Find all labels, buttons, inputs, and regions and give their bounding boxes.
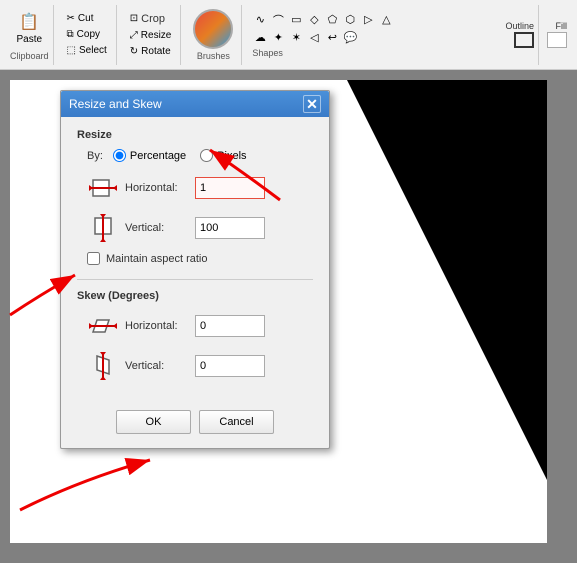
- skew-vertical-label: Vertical:: [125, 360, 195, 372]
- shape-arc[interactable]: ⌒: [270, 12, 286, 28]
- resize-icon: ⤢: [130, 30, 138, 41]
- fill-label: Fill: [556, 21, 568, 31]
- dialog-content: Resize By: Percentage Pixels: [61, 117, 329, 402]
- radio-group: Percentage Pixels: [113, 149, 247, 162]
- copy-button[interactable]: ⧉ Copy: [62, 27, 112, 42]
- by-row: By: Percentage Pixels: [87, 149, 313, 162]
- percentage-label: Percentage: [130, 150, 186, 162]
- shape-arrow-u[interactable]: △: [378, 12, 394, 28]
- paste-icon: 📋: [17, 10, 41, 34]
- edit-tools: ⊡ Crop ⤢ Resize ↻ Rotate: [125, 11, 177, 59]
- outline-group: Outline: [501, 5, 539, 65]
- copy-icon: ⧉: [67, 29, 74, 40]
- brushes-group: Brushes: [185, 5, 242, 65]
- skew-horizontal-row: Horizontal:: [87, 310, 313, 342]
- skew-horizontal-label: Horizontal:: [125, 320, 195, 332]
- horizontal-label: Horizontal:: [125, 182, 195, 194]
- rotate-label: Rotate: [141, 46, 170, 57]
- paste-label: Paste: [16, 34, 42, 45]
- percentage-option[interactable]: Percentage: [113, 149, 186, 162]
- skew-vertical-row: Vertical:: [87, 350, 313, 382]
- cut-button[interactable]: ✂ Cut: [62, 11, 112, 26]
- shape-speech[interactable]: 💬: [342, 30, 358, 46]
- vertical-label: Vertical:: [125, 222, 195, 234]
- shapes-row-1: ∿ ⌒ ▭ ◇ ⬠ ⬡ ▷ △: [252, 12, 394, 28]
- shape-arrow-left[interactable]: ◁: [306, 30, 322, 46]
- horizontal-resize-icon: [87, 172, 119, 204]
- image-group: ✂ Cut ⧉ Copy ⬚ Select: [58, 5, 117, 65]
- dialog-overlay: Resize and Skew ✕ Resize By: Percentage …: [0, 70, 577, 563]
- shape-arrow-r[interactable]: ▷: [360, 12, 376, 28]
- scissors-icon: ✂: [67, 13, 75, 24]
- brushes-label: Brushes: [197, 51, 230, 61]
- select-label: Select: [79, 45, 107, 56]
- aspect-ratio-row: Maintain aspect ratio: [87, 252, 313, 265]
- vertical-input[interactable]: [195, 217, 265, 239]
- ok-button[interactable]: OK: [116, 410, 191, 434]
- resize-label: Resize: [141, 30, 172, 41]
- toolbar: 📋 Paste Clipboard ✂ Cut ⧉ Copy ⬚ Select …: [0, 0, 577, 70]
- image-tools: ✂ Cut ⧉ Copy ⬚ Select: [62, 11, 112, 58]
- shape-arrow-bend[interactable]: ↩: [324, 30, 340, 46]
- pixels-option[interactable]: Pixels: [200, 149, 246, 162]
- vertical-row: Vertical:: [87, 212, 313, 244]
- rotate-button[interactable]: ↻ Rotate: [125, 44, 177, 59]
- shape-pentagon[interactable]: ⬠: [324, 12, 340, 28]
- skew-vertical-icon: [87, 350, 119, 382]
- percentage-radio[interactable]: [113, 149, 126, 162]
- clipboard-label: Clipboard: [10, 51, 49, 61]
- clipboard-group: 📋 Paste Clipboard: [6, 5, 54, 65]
- skew-horizontal-icon: [87, 310, 119, 342]
- horizontal-row: Horizontal:: [87, 172, 313, 204]
- shape-star6[interactable]: ✶: [288, 30, 304, 46]
- fill-preview[interactable]: [547, 32, 567, 48]
- select-button[interactable]: ⬚ Select: [62, 43, 112, 58]
- rotate-icon: ↻: [130, 46, 138, 57]
- outline-label: Outline: [505, 21, 534, 31]
- aspect-ratio-checkbox[interactable]: [87, 252, 100, 265]
- outline-preview[interactable]: [514, 32, 534, 48]
- resize-skew-dialog: Resize and Skew ✕ Resize By: Percentage …: [60, 90, 330, 449]
- crop-button[interactable]: ⊡ Crop: [125, 11, 177, 27]
- edit-group: ⊡ Crop ⤢ Resize ↻ Rotate: [121, 5, 182, 65]
- pixels-radio[interactable]: [200, 149, 213, 162]
- shape-diamond[interactable]: ◇: [306, 12, 322, 28]
- resize-section-label: Resize: [77, 129, 313, 141]
- paste-button[interactable]: 📋 Paste: [10, 8, 48, 47]
- resize-button[interactable]: ⤢ Resize: [125, 28, 177, 43]
- select-icon: ⬚: [67, 45, 76, 56]
- dialog-close-button[interactable]: ✕: [303, 95, 321, 113]
- dialog-footer: OK Cancel: [61, 402, 329, 448]
- divider: [77, 279, 313, 280]
- by-label: By:: [87, 150, 103, 162]
- dialog-titlebar: Resize and Skew ✕: [61, 91, 329, 117]
- cancel-button[interactable]: Cancel: [199, 410, 274, 434]
- brushes-icon[interactable]: [193, 9, 233, 49]
- shapes-label: Shapes: [252, 48, 283, 58]
- skew-vertical-input[interactable]: [195, 355, 265, 377]
- skew-section-label: Skew (Degrees): [77, 290, 313, 302]
- fill-group: Fill: [543, 5, 571, 65]
- cut-label: Cut: [78, 13, 94, 24]
- shape-rect[interactable]: ▭: [288, 12, 304, 28]
- shape-cloud[interactable]: ☁: [252, 30, 268, 46]
- aspect-ratio-label: Maintain aspect ratio: [106, 253, 208, 265]
- crop-icon: ⊡: [130, 13, 138, 24]
- vertical-resize-icon: [87, 212, 119, 244]
- copy-label: Copy: [77, 29, 100, 40]
- shape-hexagon[interactable]: ⬡: [342, 12, 358, 28]
- shapes-area: ∿ ⌒ ▭ ◇ ⬠ ⬡ ▷ △ ☁ ✦ ✶ ◁ ↩ 💬 Shapes: [246, 5, 497, 65]
- dialog-title: Resize and Skew: [69, 97, 162, 111]
- crop-label: Crop: [141, 13, 165, 25]
- horizontal-input[interactable]: [195, 177, 265, 199]
- pixels-label: Pixels: [217, 150, 246, 162]
- skew-horizontal-input[interactable]: [195, 315, 265, 337]
- shape-wave[interactable]: ∿: [252, 12, 268, 28]
- shape-star4[interactable]: ✦: [270, 30, 286, 46]
- shapes-row-2: ☁ ✦ ✶ ◁ ↩ 💬: [252, 30, 358, 46]
